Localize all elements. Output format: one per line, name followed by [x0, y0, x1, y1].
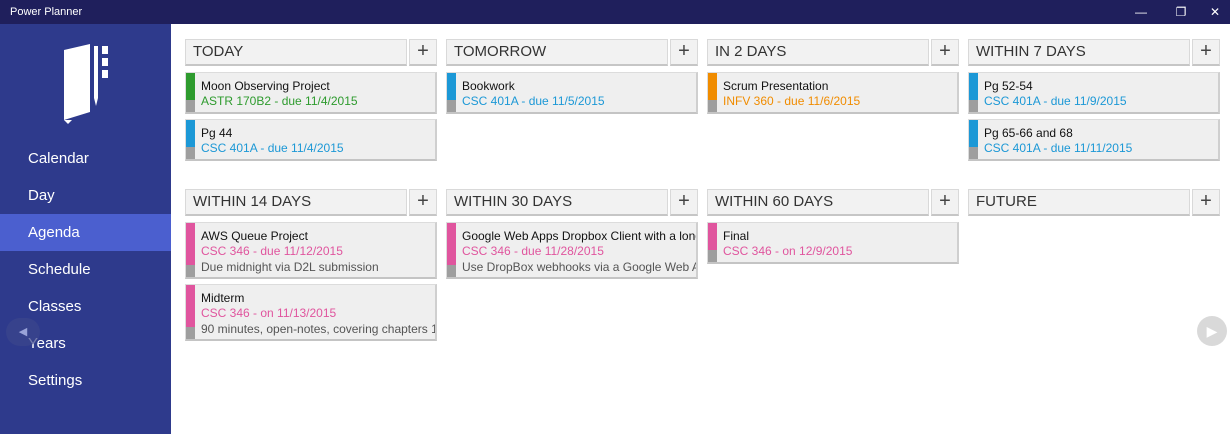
item-title: Pg 65-66 and 68 — [984, 126, 1073, 140]
agenda-item-card[interactable]: Pg 65-66 and 68 CSC 401A - due 11/11/2015 — [968, 119, 1220, 161]
item-title: AWS Queue Project — [201, 229, 308, 243]
sidebar-item-agenda[interactable]: Agenda — [0, 214, 171, 251]
class-color-bar-tail — [186, 100, 195, 112]
agenda-item-card[interactable]: Pg 52-54 CSC 401A - due 11/9/2015 — [968, 72, 1220, 114]
class-color-bar — [708, 223, 717, 262]
item-title: Moon Observing Project — [201, 79, 330, 93]
item-description: Use DropBox webhooks via a Google Web Ap… — [462, 260, 698, 274]
item-class-due: CSC 346 - on 12/9/2015 — [723, 244, 853, 258]
add-item-button[interactable]: + — [931, 189, 959, 216]
group-title: TOMORROW — [446, 39, 668, 66]
sidebar: Calendar Day Agenda Schedule Classes Yea… — [0, 24, 171, 434]
group-title: WITHIN 14 DAYS — [185, 189, 407, 216]
group-title: TODAY — [185, 39, 407, 66]
add-item-button[interactable]: + — [409, 189, 437, 216]
agenda-item-card[interactable]: Final CSC 346 - on 12/9/2015 — [707, 222, 959, 264]
group-title: IN 2 DAYS — [707, 39, 929, 66]
class-color-bar — [186, 285, 195, 339]
add-item-button[interactable]: + — [1192, 189, 1220, 216]
class-color-bar-tail — [186, 265, 195, 277]
add-item-button[interactable]: + — [931, 39, 959, 66]
group-header: WITHIN 7 DAYS + — [968, 39, 1220, 66]
item-class-due: CSC 401A - due 11/11/2015 — [984, 141, 1133, 155]
scroll-right-button[interactable]: ▶ — [1197, 316, 1227, 346]
group-header: WITHIN 14 DAYS + — [185, 189, 437, 216]
group-title: WITHIN 7 DAYS — [968, 39, 1190, 66]
item-title: Google Web Apps Dropbox Client with a lo… — [462, 229, 696, 243]
agenda-item-card[interactable]: Scrum Presentation INFV 360 - due 11/6/20… — [707, 72, 959, 114]
add-item-button[interactable]: + — [409, 39, 437, 66]
item-class-due: CSC 346 - due 11/12/2015 — [201, 244, 343, 258]
agenda-item-card[interactable]: Pg 44 CSC 401A - due 11/4/2015 — [185, 119, 437, 161]
sidebar-item-calendar[interactable]: Calendar — [0, 140, 171, 177]
item-class-due: INFV 360 - due 11/6/2015 — [723, 94, 861, 108]
item-class-due: CSC 346 - due 11/28/2015 — [462, 244, 604, 258]
group-header: FUTURE + — [968, 189, 1220, 216]
item-title: Bookwork — [462, 79, 515, 93]
item-title: Scrum Presentation — [723, 79, 829, 93]
group-header: TOMORROW + — [446, 39, 698, 66]
class-color-bar — [969, 73, 978, 112]
class-color-bar-tail — [708, 250, 717, 262]
class-color-bar-tail — [447, 100, 456, 112]
add-item-button[interactable]: + — [670, 189, 698, 216]
class-color-bar — [186, 73, 195, 112]
class-color-bar-tail — [969, 147, 978, 159]
item-title: Midterm — [201, 291, 245, 305]
item-description: Due midnight via D2L submission — [201, 260, 379, 274]
add-item-button[interactable]: + — [1192, 39, 1220, 66]
minimize-button[interactable]: — — [1122, 0, 1160, 24]
class-color-bar — [447, 73, 456, 112]
group-header: TODAY + — [185, 39, 437, 66]
sidebar-item-schedule[interactable]: Schedule — [0, 251, 171, 288]
class-color-bar — [186, 223, 195, 277]
agenda-item-card[interactable]: Bookwork CSC 401A - due 11/5/2015 — [446, 72, 698, 114]
item-description: 90 minutes, open-notes, covering chapter… — [201, 322, 437, 336]
sidebar-item-settings[interactable]: Settings — [0, 362, 171, 399]
scroll-left-button[interactable]: ◀ — [6, 318, 40, 346]
class-color-bar-tail — [186, 327, 195, 339]
agenda-item-card[interactable]: AWS Queue Project CSC 346 - due 11/12/201… — [185, 222, 437, 279]
item-class-due: CSC 401A - due 11/9/2015 — [984, 94, 1127, 108]
agenda-item-card[interactable]: Moon Observing Project ASTR 170B2 - due 1… — [185, 72, 437, 114]
agenda-item-card[interactable]: Midterm CSC 346 - on 11/13/2015 90 minutes… — [185, 284, 437, 341]
group-title: WITHIN 60 DAYS — [707, 189, 929, 216]
item-class-due: CSC 346 - on 11/13/2015 — [201, 306, 337, 320]
agenda-item-card[interactable]: Google Web Apps Dropbox Client with a lo… — [446, 222, 698, 279]
item-title: Final — [723, 229, 750, 243]
close-button[interactable]: ✕ — [1196, 0, 1230, 24]
item-title: Pg 52-54 — [984, 79, 1033, 93]
class-color-bar-tail — [186, 147, 195, 159]
class-color-bar-tail — [708, 100, 717, 112]
group-header: IN 2 DAYS + — [707, 39, 959, 66]
item-class-due: CSC 401A - due 11/4/2015 — [201, 141, 344, 155]
class-color-bar — [708, 73, 717, 112]
class-color-bar-tail — [969, 100, 978, 112]
group-header: WITHIN 30 DAYS + — [446, 189, 698, 216]
group-title: WITHIN 30 DAYS — [446, 189, 668, 216]
item-title: Pg 44 — [201, 126, 233, 140]
class-color-bar — [447, 223, 456, 277]
class-color-bar — [186, 120, 195, 159]
class-color-bar — [969, 120, 978, 159]
item-class-due: ASTR 170B2 - due 11/4/2015 — [201, 94, 358, 108]
app-logo-icon — [64, 44, 108, 124]
sidebar-item-day[interactable]: Day — [0, 177, 171, 214]
maximize-button[interactable]: ❐ — [1162, 0, 1200, 24]
group-title: FUTURE — [968, 189, 1190, 216]
title-bar: Power Planner — ❐ ✕ — [0, 0, 1230, 24]
add-item-button[interactable]: + — [670, 39, 698, 66]
group-header: WITHIN 60 DAYS + — [707, 189, 959, 216]
window-title: Power Planner — [10, 6, 83, 18]
class-color-bar-tail — [447, 265, 456, 277]
item-class-due: CSC 401A - due 11/5/2015 — [462, 94, 605, 108]
